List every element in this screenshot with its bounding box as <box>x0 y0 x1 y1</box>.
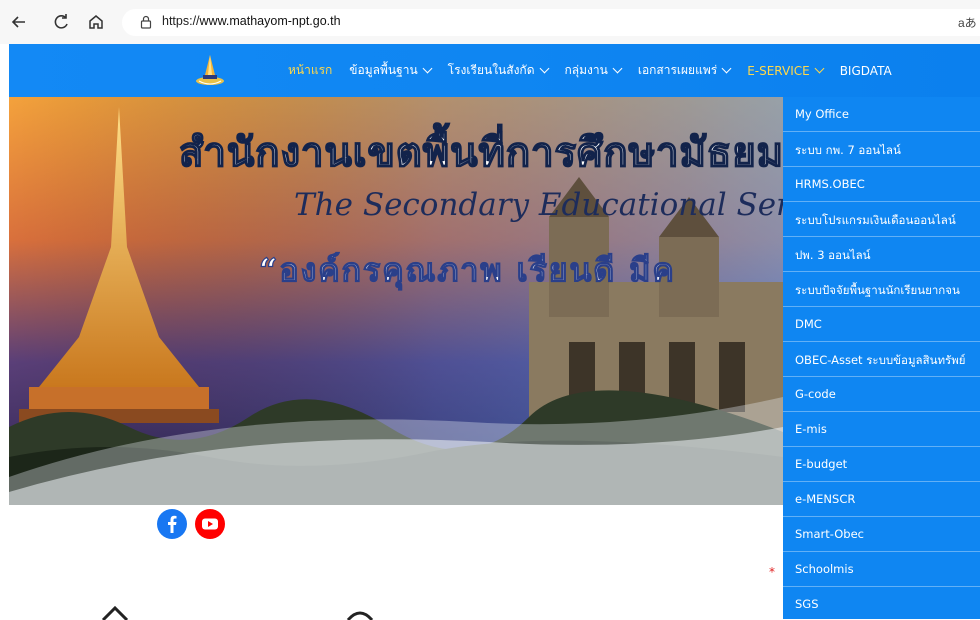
url-domain: www.mathayom-npt.go.th <box>199 14 341 28</box>
dropdown-item-label: E-budget <box>795 457 848 471</box>
nav-label: BIGDATA <box>839 63 892 78</box>
dropdown-item-dmc[interactable]: DMC <box>783 307 980 342</box>
dropdown-item-label: ระบบปัจจัยพื้นฐานนักเรียนยากจน <box>795 283 960 297</box>
dropdown-item-label: Smart-Obec <box>795 527 865 541</box>
chevron-down-icon <box>422 63 433 74</box>
site-navigation: หน้าแรก ข้อมูลพื้นฐาน โรงเรียนในสังกัด ก… <box>9 44 980 97</box>
back-arrow-icon[interactable] <box>8 11 30 33</box>
dropdown-item-label: e-MENSCR <box>795 492 856 506</box>
site-logo[interactable] <box>191 51 229 89</box>
nav-item-schools[interactable]: โรงเรียนในสังกัด <box>447 61 549 80</box>
partial-icon <box>101 606 129 620</box>
nav-item-work-groups[interactable]: กลุ่มงาน <box>564 61 623 80</box>
dropdown-item-poor-students[interactable]: ระบบปัจจัยพื้นฐานนักเรียนยากจน <box>783 272 980 307</box>
nav-label: E-SERVICE <box>747 63 810 78</box>
address-bar[interactable]: https://www.mathayom-npt.go.th aあ <box>122 9 980 36</box>
dropdown-item-label: ปพ. 3 ออนไลน์ <box>795 248 871 262</box>
url-text: https://www.mathayom-npt.go.th <box>162 14 341 28</box>
nav-label: ข้อมูลพื้นฐาน <box>349 63 418 77</box>
url-scheme: https:// <box>162 14 200 28</box>
site-info-icon[interactable] <box>138 14 154 30</box>
facebook-icon[interactable] <box>157 509 187 539</box>
dropdown-item-hrms-obec[interactable]: HRMS.OBEC <box>783 167 980 202</box>
dropdown-item-salary-program[interactable]: ระบบโปรแกรมเงินเดือนออนไลน์ <box>783 202 980 237</box>
dropdown-item-label: E-mis <box>795 422 827 436</box>
dropdown-item-pp3-online[interactable]: ปพ. 3 ออนไลน์ <box>783 237 980 272</box>
dropdown-item-label: HRMS.OBEC <box>795 177 865 191</box>
hero-title-english: The Secondary Educational Service Ar <box>294 187 783 223</box>
nav-item-e-service[interactable]: E-SERVICE <box>747 63 825 78</box>
chevron-down-icon <box>721 63 732 74</box>
hero-title-thai: สำนักงานเขตพื้นที่การศึกษามัธยมศ <box>178 128 783 177</box>
nav-label: โรงเรียนในสังกัด <box>447 63 535 77</box>
nav-item-documents[interactable]: เอกสารเผยแพร่ <box>637 61 732 80</box>
e-service-dropdown: My Office ระบบ กพ. 7 ออนไลน์ HRMS.OBEC ร… <box>783 97 980 619</box>
hero-banner: สำนักงานเขตพื้นที่การศึกษามัธยมศ The Sec… <box>9 97 783 505</box>
home-icon[interactable] <box>85 11 107 33</box>
dropdown-item-e-menscr[interactable]: e-MENSCR <box>783 482 980 517</box>
chevron-down-icon <box>814 63 825 74</box>
dropdown-item-g-code[interactable]: G-code <box>783 377 980 412</box>
dropdown-item-kp7-online[interactable]: ระบบ กพ. 7 ออนไลน์ <box>783 132 980 167</box>
dropdown-item-label: G-code <box>795 387 836 401</box>
dropdown-item-label: SGS <box>795 597 819 611</box>
browser-toolbar: https://www.mathayom-npt.go.th aあ <box>0 0 980 44</box>
dropdown-item-label: ระบบ กพ. 7 ออนไลน์ <box>795 143 901 157</box>
dropdown-item-smart-obec[interactable]: Smart-Obec <box>783 517 980 552</box>
dropdown-item-label: OBEC-Asset ระบบข้อมูลสินทรัพย์ <box>795 353 966 367</box>
hero-slogan: “องค์กรคุณภาพ เรียนดี มีค <box>258 250 676 289</box>
read-aloud-icon[interactable]: aあ <box>958 14 977 31</box>
dropdown-item-label: Schoolmis <box>795 562 854 576</box>
nav-label: กลุ่มงาน <box>564 63 608 77</box>
dropdown-item-label: DMC <box>795 317 822 331</box>
dropdown-item-my-office[interactable]: My Office <box>783 97 980 132</box>
reload-icon[interactable] <box>50 11 72 33</box>
chevron-down-icon <box>612 63 623 74</box>
main-menu: หน้าแรก ข้อมูลพื้นฐาน โรงเรียนในสังกัด ก… <box>288 44 909 97</box>
dropdown-item-e-mis[interactable]: E-mis <box>783 412 980 447</box>
nav-item-basic-info[interactable]: ข้อมูลพื้นฐาน <box>349 61 433 80</box>
chevron-down-icon <box>539 63 549 74</box>
dropdown-item-label: My Office <box>795 107 849 121</box>
dropdown-item-obec-asset[interactable]: OBEC-Asset ระบบข้อมูลสินทรัพย์ <box>783 342 980 377</box>
dropdown-item-schoolmis[interactable]: Schoolmis <box>783 552 980 587</box>
dropdown-item-e-budget[interactable]: E-budget <box>783 447 980 482</box>
youtube-icon[interactable] <box>195 509 225 539</box>
dropdown-item-sgs[interactable]: SGS <box>783 587 980 619</box>
nav-label: เอกสารเผยแพร่ <box>637 63 718 77</box>
partial-notice-text: * <box>769 565 775 579</box>
nav-label: หน้าแรก <box>288 63 333 77</box>
nav-item-bigdata[interactable]: BIGDATA <box>840 64 892 78</box>
nav-item-home[interactable]: หน้าแรก <box>288 61 332 80</box>
dropdown-item-label: ระบบโปรแกรมเงินเดือนออนไลน์ <box>795 213 956 227</box>
